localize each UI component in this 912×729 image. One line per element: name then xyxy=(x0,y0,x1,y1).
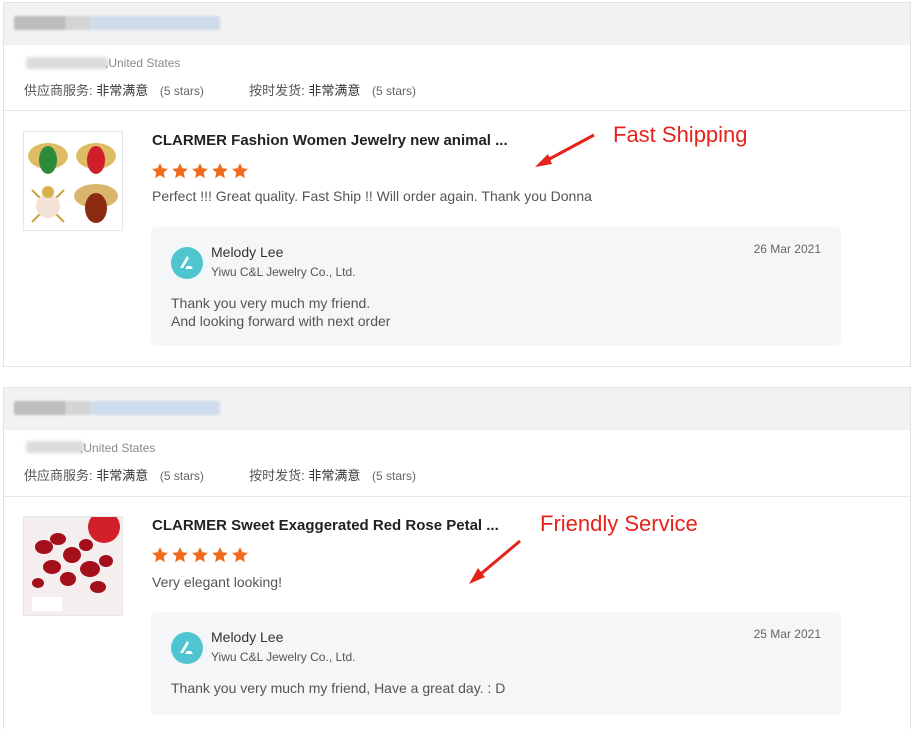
supplier-service-stars: (5 stars) xyxy=(159,84,204,98)
annotation-fast-shipping: Fast Shipping xyxy=(613,122,748,147)
star-rating xyxy=(151,162,249,180)
star-icon xyxy=(152,163,168,179)
seller-company: Yiwu C&L Jewelry Co., Ltd. xyxy=(211,265,356,279)
seller-name: Melody Lee xyxy=(211,629,284,645)
rose-petal-earrings-image xyxy=(24,517,122,615)
reply-line: And looking forward with next order xyxy=(171,313,391,329)
reply-line: Thank you very much my friend, Have a gr… xyxy=(171,680,506,696)
blurred-buyer-id xyxy=(14,401,220,415)
shipping-label: 按时发货: xyxy=(249,83,305,98)
divider xyxy=(4,496,910,497)
shipping-value: 非常满意 xyxy=(308,468,361,483)
star-icon xyxy=(232,547,248,563)
divider xyxy=(4,110,910,111)
bee-brooch-image xyxy=(24,132,122,230)
star-icon xyxy=(212,163,228,179)
sub-ratings: 供应商服务: 非常满意 (5 stars) 按时发货: 非常满意 (5 star… xyxy=(24,80,416,99)
star-icon xyxy=(232,163,248,179)
reply-line: Thank you very much my friend. xyxy=(171,295,371,311)
star-icon xyxy=(192,547,208,563)
company-logo-avatar xyxy=(171,247,203,279)
star-icon xyxy=(192,163,208,179)
star-icon xyxy=(172,163,188,179)
shipping-stars: (5 stars) xyxy=(372,84,417,98)
seller-name: Melody Lee xyxy=(211,244,284,260)
supplier-service-value: 非常满意 xyxy=(96,468,149,483)
review-card-1: ,United States 供应商服务: 非常满意 (5 stars) 按时发… xyxy=(3,2,911,367)
blurred-buyer-id xyxy=(14,16,220,30)
buyer-country: ,United States xyxy=(80,441,156,455)
star-icon xyxy=(152,547,168,563)
reply-date: 26 Mar 2021 xyxy=(753,242,821,256)
star-icon xyxy=(172,547,188,563)
company-logo-avatar xyxy=(171,632,203,664)
review-text: Perfect !!! Great quality. Fast Ship !! … xyxy=(152,188,592,204)
supplier-service-value: 非常满意 xyxy=(96,83,149,98)
supplier-service-label: 供应商服务: xyxy=(24,468,93,483)
shipping-stars: (5 stars) xyxy=(372,469,417,483)
product-title[interactable]: CLARMER Fashion Women Jewelry new animal… xyxy=(152,132,508,149)
blurred-buyer-name xyxy=(26,57,108,69)
product-thumbnail[interactable] xyxy=(23,516,123,616)
red-arrow-icon xyxy=(469,539,521,584)
star-icon xyxy=(212,547,228,563)
sub-ratings: 供应商服务: 非常满意 (5 stars) 按时发货: 非常满意 (5 star… xyxy=(24,465,416,484)
review-text: Very elegant looking! xyxy=(152,574,282,590)
blurred-buyer-name xyxy=(26,441,84,453)
supplier-service-label: 供应商服务: xyxy=(24,83,93,98)
seller-reply: Melody Lee Yiwu C&L Jewelry Co., Ltd. 25… xyxy=(151,612,841,715)
review-header-bar xyxy=(4,388,910,430)
product-thumbnail[interactable] xyxy=(23,131,123,231)
buyer-country: ,United States xyxy=(105,56,181,70)
seller-company: Yiwu C&L Jewelry Co., Ltd. xyxy=(211,650,356,664)
reply-date: 25 Mar 2021 xyxy=(753,627,821,641)
review-card-2: ,United States 供应商服务: 非常满意 (5 stars) 按时发… xyxy=(3,387,911,729)
product-title[interactable]: CLARMER Sweet Exaggerated Red Rose Petal… xyxy=(152,517,499,534)
supplier-service-stars: (5 stars) xyxy=(159,469,204,483)
annotation-friendly-service: Friendly Service xyxy=(540,511,698,536)
star-rating xyxy=(151,546,249,564)
seller-reply: Melody Lee Yiwu C&L Jewelry Co., Ltd. 26… xyxy=(151,227,841,346)
review-header-bar xyxy=(4,3,910,45)
shipping-label: 按时发货: xyxy=(249,468,305,483)
shipping-value: 非常满意 xyxy=(308,83,361,98)
red-arrow-icon xyxy=(535,133,595,167)
